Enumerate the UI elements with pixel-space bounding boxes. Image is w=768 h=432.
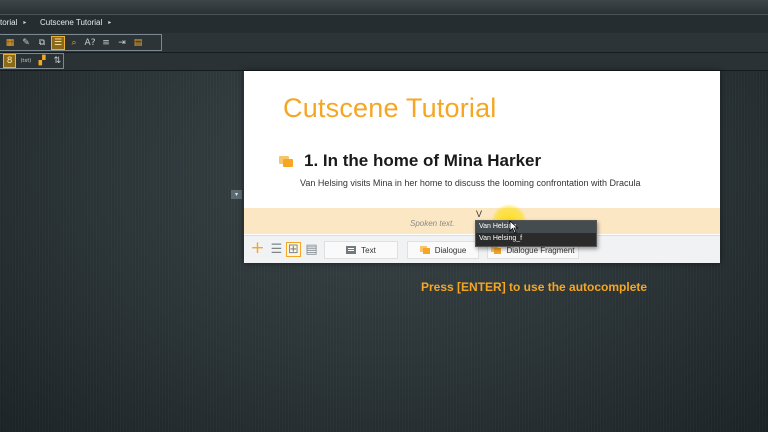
add-icon[interactable]: + (250, 238, 265, 258)
autocomplete-item[interactable]: Van Helsing (476, 221, 596, 233)
tutorial-caption: Press [ENTER] to use the autocomplete (421, 280, 648, 294)
sort-icon[interactable]: ⇅ (52, 55, 63, 67)
spellcheck-icon[interactable]: A? (84, 37, 96, 49)
breadcrumb-item[interactable]: Cutscene Tutorial ▸ (40, 18, 111, 27)
mouse-cursor-icon (509, 220, 519, 234)
dialogue-fragment-icon (491, 246, 502, 254)
secondary-toolbar: 8 (txt) ▞ ⇅ (0, 53, 768, 71)
insert-text-button[interactable]: Text (324, 241, 398, 259)
section-title: 1. In the home of Mina Harker (304, 151, 542, 170)
dialogue-icon (279, 156, 293, 167)
chevron-right-icon: ▸ (108, 20, 112, 26)
breadcrumb: torial ▸ Cutscene Tutorial ▸ (0, 14, 768, 34)
document-view-icon[interactable]: ☰ (51, 35, 65, 50)
insert-dialogue-button[interactable]: Dialogue (407, 241, 479, 259)
breadcrumb-bar (0, 0, 768, 15)
template-icon[interactable]: ▦ (4, 37, 16, 49)
text-mode-icon[interactable]: (txt) (19, 55, 32, 67)
main-toolbar: ▦ ✎ ⧉ ☰ ⌕ A? ≡ ⇥ ▤ (0, 33, 768, 53)
document-title: Cutscene Tutorial (283, 93, 497, 123)
autocomplete-item[interactable]: Van Helsing_f (476, 233, 596, 245)
list-icon[interactable]: ☰ (269, 242, 284, 257)
breadcrumb-item-label: Cutscene Tutorial (40, 18, 103, 27)
flow-icon[interactable]: ⧉ (36, 37, 48, 49)
layout-icon[interactable]: ▞ (36, 55, 47, 67)
insert-dialogue-label: Dialogue (434, 245, 467, 255)
autocomplete-dropdown[interactable]: Van Helsing Van Helsing_f (475, 220, 597, 247)
export-icon[interactable]: ⇥ (116, 37, 128, 49)
numbered-icon[interactable]: 8 (2, 54, 17, 68)
chevron-right-icon: ▸ (23, 20, 27, 26)
breadcrumb-item[interactable]: torial ▸ (0, 18, 26, 27)
grid-icon[interactable]: ▤ (304, 242, 319, 257)
collapse-icon[interactable]: ▾ (231, 190, 242, 199)
toolbar-group: 8 (txt) ▞ ⇅ (0, 53, 64, 69)
script-icon[interactable]: ▤ (132, 37, 144, 49)
section-description: Van Helsing visits Mina in her home to d… (300, 178, 641, 188)
dialogue-icon (419, 246, 430, 254)
text-format-icon[interactable]: ≡ (100, 37, 112, 49)
paint-icon[interactable]: ✎ (20, 37, 32, 49)
toolbar-group: ▦ ✎ ⧉ ☰ ⌕ A? ≡ ⇥ ▤ (0, 34, 162, 51)
insert-below-icon[interactable]: ⊞ (286, 242, 301, 257)
insert-text-label: Text (361, 245, 376, 255)
breadcrumb-item-label: torial (0, 18, 18, 27)
speaker-input[interactable]: V (476, 209, 482, 219)
search-icon[interactable]: ⌕ (68, 37, 80, 49)
spoken-text-placeholder[interactable]: Spoken text. (410, 219, 454, 228)
text-icon (346, 246, 357, 254)
